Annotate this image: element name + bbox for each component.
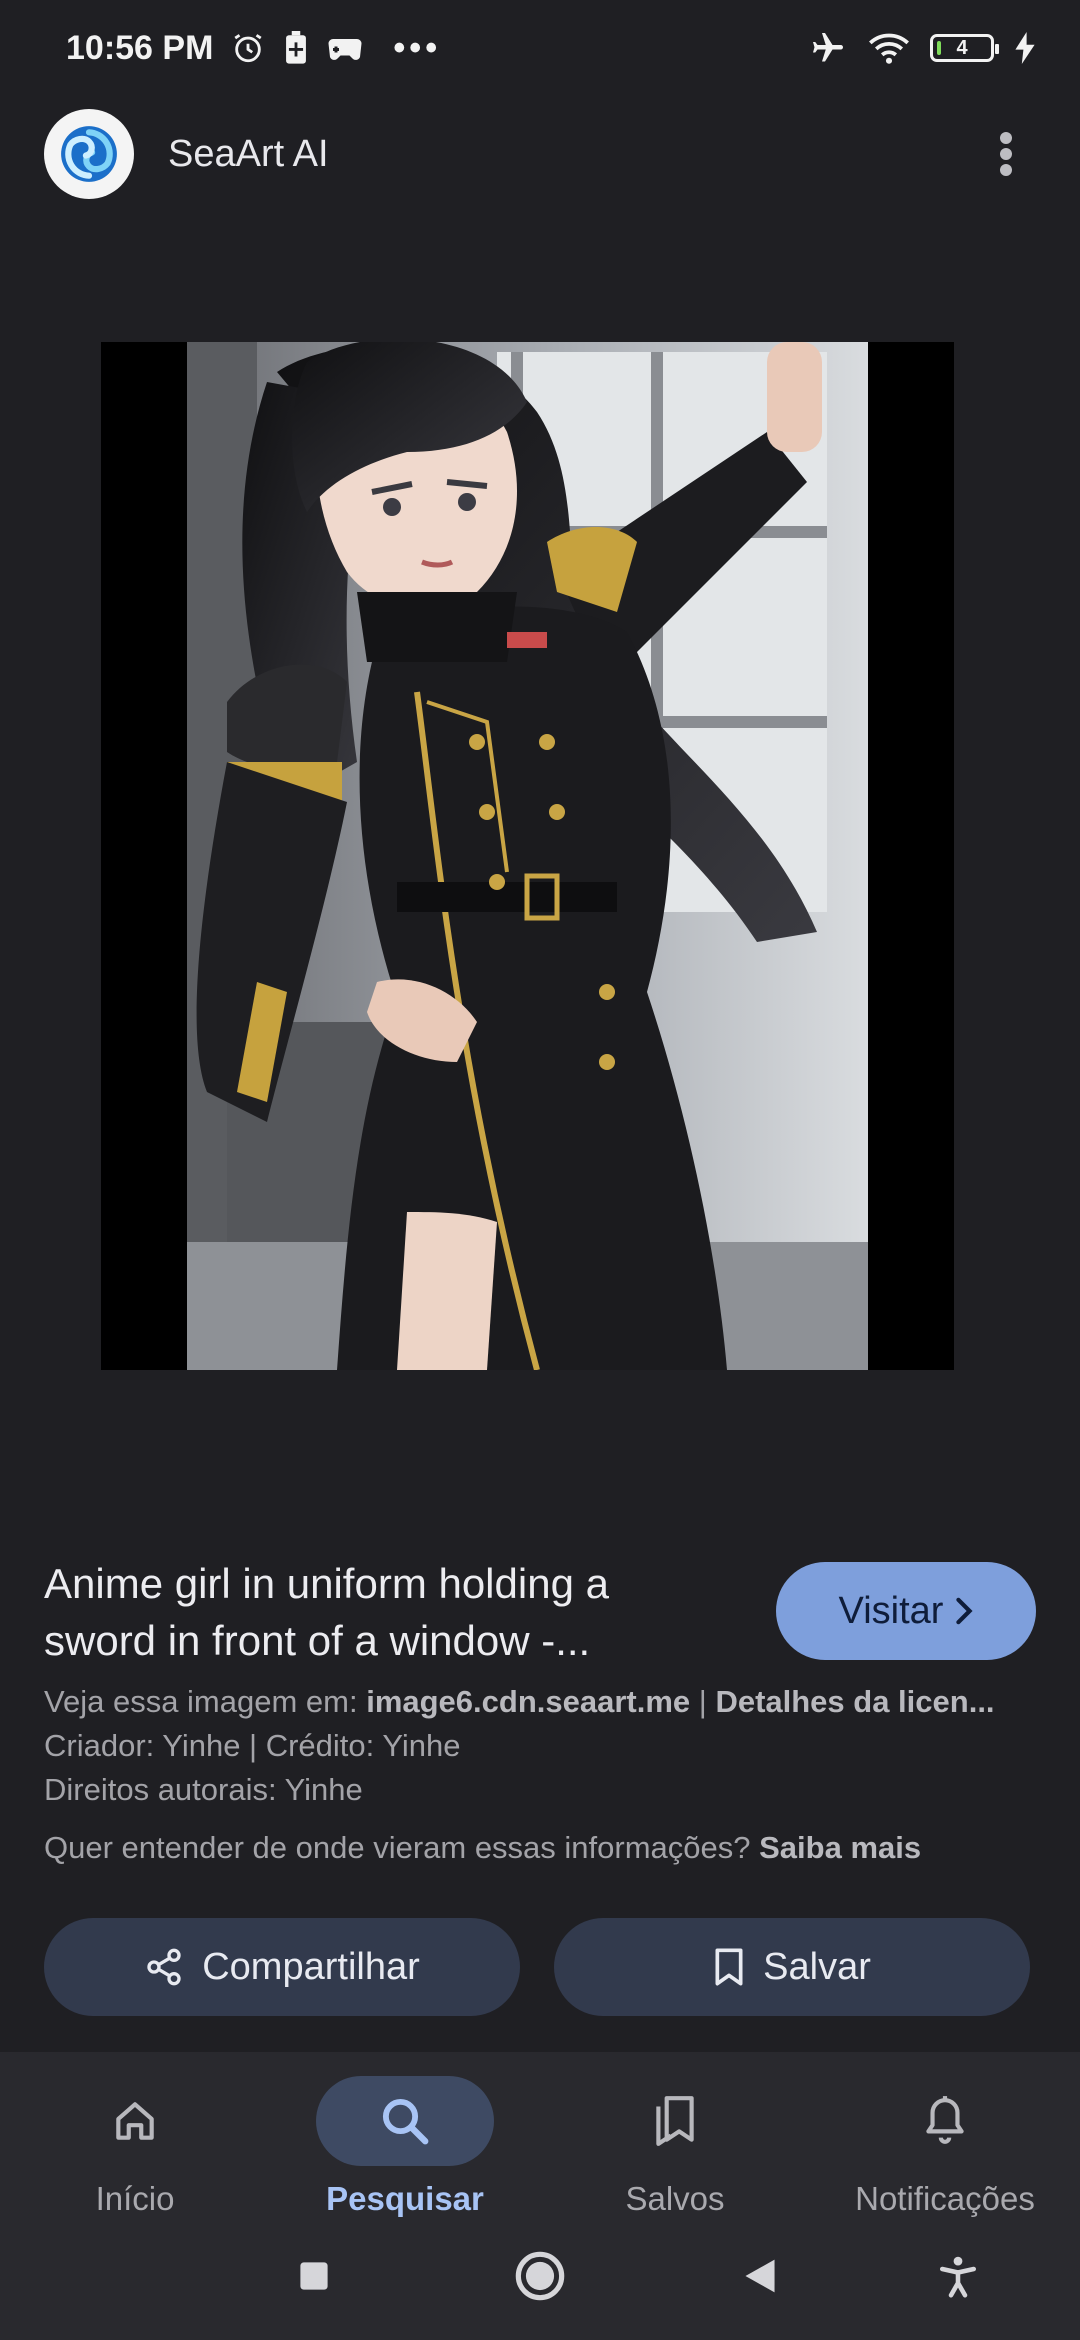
battery-icon: 4 (930, 34, 999, 62)
source-separator: | (690, 1684, 716, 1719)
more-vert-icon (1000, 132, 1012, 176)
triangle-back-icon (745, 2259, 775, 2293)
copyright-line: Direitos autorais: Yinhe (44, 1772, 363, 1807)
square-icon (300, 2262, 328, 2290)
circle-icon (515, 2251, 565, 2301)
back-button[interactable] (730, 2246, 790, 2306)
battery-saver-icon (286, 31, 307, 64)
info-question: Quer entender de onde vieram essas infor… (44, 1830, 760, 1865)
seaart-logo[interactable] (44, 109, 134, 199)
recents-button[interactable] (284, 2246, 344, 2306)
bookmarks-icon (656, 2096, 694, 2146)
accessibility-button[interactable] (928, 2246, 988, 2306)
share-icon (147, 1948, 181, 1986)
wifi-icon (869, 33, 909, 64)
app-header: SeaArt AI (0, 104, 1080, 204)
accessibility-icon (939, 2256, 977, 2298)
chevron-right-icon (956, 1597, 974, 1625)
swirl-logo-icon (61, 126, 117, 182)
image-source-line: Veja essa imagem em: image6.cdn.seaart.m… (44, 1684, 1044, 1720)
nav-label-home: Início (95, 2180, 175, 2217)
status-bar: 10:56 PM ••• 4 (0, 0, 1080, 96)
gamepad-icon (328, 39, 362, 60)
creator-credit: Criador: Yinhe | Crédito: Yinhe (44, 1728, 461, 1763)
source-prefix: Veja essa imagem em: (44, 1684, 367, 1719)
home-icon (116, 2102, 154, 2140)
airplane-mode-icon (813, 33, 843, 62)
nav-label-search: Pesquisar (326, 2180, 484, 2217)
status-left: 10:56 PM ••• (66, 29, 441, 68)
visit-label: Visitar (838, 1589, 944, 1632)
source-domain-link[interactable]: image6.cdn.seaart.me (366, 1684, 690, 1719)
search-icon (382, 2098, 429, 2145)
save-label: Salvar (763, 1945, 871, 1988)
nav-label-saved: Salvos (625, 2180, 725, 2217)
visit-button[interactable]: Visitar (776, 1562, 1036, 1660)
system-navigation-bar (0, 2226, 1080, 2326)
battery-level: 4 (956, 36, 968, 59)
bell-icon (926, 2096, 964, 2144)
save-button[interactable]: Salvar (554, 1918, 1030, 2016)
home-system-button[interactable] (510, 2246, 570, 2306)
anime-uniform-image (187, 342, 868, 1370)
charging-icon (1015, 32, 1035, 64)
result-title[interactable]: Anime girl in uniform holding a sword in… (44, 1555, 704, 1669)
status-more: ••• (393, 28, 442, 67)
image-preview[interactable] (101, 342, 954, 1370)
learn-more-link[interactable]: Saiba mais (759, 1830, 921, 1865)
share-label: Compartilhar (202, 1945, 420, 1988)
license-details-link[interactable]: Detalhes da licen... (715, 1684, 994, 1719)
status-time: 10:56 PM (66, 28, 214, 67)
bookmark-icon (715, 1948, 743, 1986)
status-right: 4 (808, 30, 1036, 66)
more-options-button[interactable] (976, 124, 1036, 184)
app-name: SeaArt AI (168, 132, 329, 175)
info-question-line: Quer entender de onde vieram essas infor… (44, 1830, 1044, 1866)
nav-label-notifications: Notificações (855, 2180, 1035, 2217)
alarm-icon (234, 34, 262, 63)
share-button[interactable]: Compartilhar (44, 1918, 520, 2016)
